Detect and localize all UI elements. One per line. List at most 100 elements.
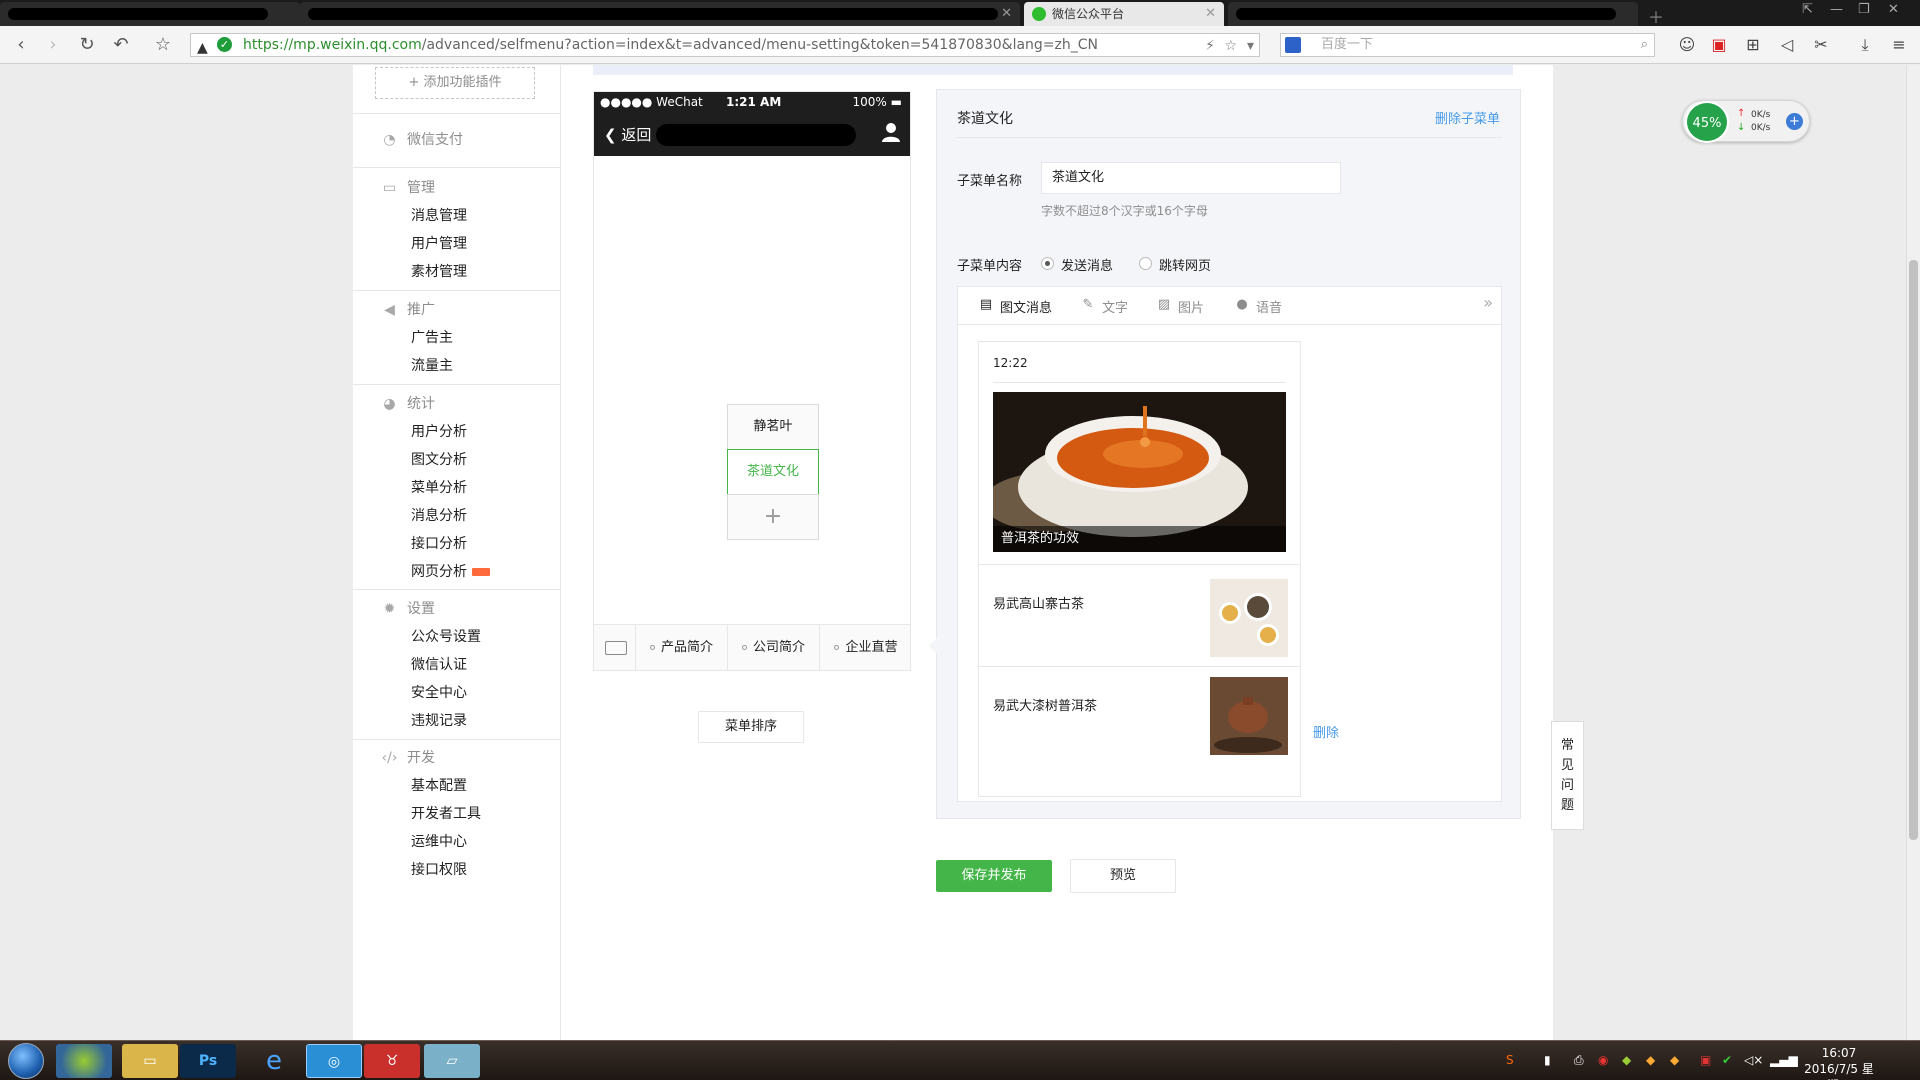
taskbar-app-bull-icon[interactable]: ♉: [364, 1044, 420, 1078]
tab-news[interactable]: ▤ 图文消息: [978, 297, 1053, 317]
delete-submenu-link[interactable]: 删除子菜单: [1435, 108, 1500, 127]
preview-button[interactable]: 预览: [1070, 859, 1176, 893]
sidebar-item-dev-tools[interactable]: 开发者工具: [411, 804, 481, 824]
maximize-window-icon[interactable]: ❐: [1858, 2, 1870, 17]
close-tab-icon[interactable]: ✕: [1001, 2, 1012, 26]
minimize-window-icon[interactable]: —: [1830, 2, 1843, 17]
sidebar-item-violation-records[interactable]: 违规记录: [411, 711, 467, 731]
tray-printer-icon[interactable]: ⎙: [1574, 1053, 1584, 1068]
add-plugin-button[interactable]: + 添加功能插件: [375, 67, 535, 99]
tray-app-icon[interactable]: ◆: [1670, 1053, 1679, 1067]
submenu-name-input[interactable]: 茶道文化: [1041, 162, 1341, 194]
new-tab-icon[interactable]: ＋: [1648, 4, 1664, 28]
search-icon[interactable]: ⌕: [1641, 34, 1648, 56]
browser-tab-active[interactable]: 微信公众平台 ✕: [1024, 2, 1224, 26]
apps-grid-icon[interactable]: ⊞: [1742, 34, 1764, 56]
favorite-star-icon[interactable]: ☆: [1224, 35, 1237, 56]
sidebar-item-user-analysis[interactable]: 用户分析: [411, 422, 467, 442]
tray-shield-icon[interactable]: ◆: [1622, 1053, 1631, 1067]
sidebar-item-user-manage[interactable]: 用户管理: [411, 234, 467, 254]
close-tab-icon[interactable]: ✕: [1205, 2, 1216, 26]
restore-window-icon[interactable]: ⇱: [1802, 2, 1813, 17]
reload-icon[interactable]: ↻: [76, 34, 98, 56]
sidebar-item-wechat-pay[interactable]: ◔ 微信支付: [381, 130, 463, 150]
baidu-engine-icon[interactable]: [1285, 37, 1301, 53]
sidebar-item-article-analysis[interactable]: 图文分析: [411, 450, 467, 470]
tray-battery-icon[interactable]: ▮: [1544, 1053, 1551, 1067]
sidebar-item-api-permissions[interactable]: 接口权限: [411, 860, 467, 880]
tab-text[interactable]: ✎ 文字: [1080, 297, 1128, 317]
radio-send-message[interactable]: 发送消息: [1041, 255, 1113, 274]
sidebar-item-security-center[interactable]: 安全中心: [411, 683, 467, 703]
taskbar-app-ie-icon[interactable]: e: [246, 1044, 302, 1078]
tab-image[interactable]: ▨ 图片: [1156, 297, 1204, 317]
sidebar-item-account-settings[interactable]: 公众号设置: [411, 627, 481, 647]
pencil-icon: ✎: [1082, 297, 1094, 312]
scrollbar-thumb[interactable]: [1909, 260, 1918, 840]
tray-app-icon[interactable]: ◆: [1646, 1053, 1655, 1067]
menu-button[interactable]: 企业直营: [820, 625, 912, 671]
search-box[interactable]: 百度一下 ⌕: [1280, 33, 1655, 57]
taskbar-app-photoshop-icon[interactable]: Ps: [180, 1044, 236, 1078]
boost-plus-icon[interactable]: +: [1786, 113, 1803, 130]
lightning-icon[interactable]: ⚡: [1205, 35, 1215, 56]
address-bar[interactable]: ▲ ✓ https://mp.weixin.qq.com/advanced/se…: [190, 33, 1260, 57]
sidebar-item-message-analysis[interactable]: 消息分析: [411, 506, 467, 526]
menu-sort-button[interactable]: 菜单排序: [698, 711, 804, 743]
add-submenu-button[interactable]: +: [727, 494, 819, 540]
taskbar-clock[interactable]: 16:07 2016/7/5 星期二: [1799, 1045, 1879, 1080]
save-publish-button[interactable]: 保存并发布: [936, 860, 1052, 892]
browser-tab[interactable]: [1228, 2, 1638, 26]
bookmark-star-icon[interactable]: ☆: [152, 34, 174, 56]
news-icon: ▤: [979, 297, 993, 312]
keyboard-icon[interactable]: [594, 625, 636, 671]
forward-icon[interactable]: ›: [42, 34, 64, 56]
page-scrollbar[interactable]: [1906, 65, 1920, 1040]
tab-voice[interactable]: ● 语音: [1234, 297, 1282, 317]
tray-check-icon[interactable]: ✔: [1722, 1053, 1732, 1067]
tray-network-icon[interactable]: ▂▄▆: [1770, 1053, 1798, 1067]
scissors-icon[interactable]: ✂: [1810, 34, 1832, 56]
browser-tab[interactable]: [0, 2, 300, 26]
radio-jump-web[interactable]: 跳转网页: [1139, 255, 1211, 274]
sidebar-item-ops-center[interactable]: 运维中心: [411, 832, 467, 852]
submenu-item-active[interactable]: 茶道文化: [727, 449, 819, 495]
tray-pdf-icon[interactable]: ▣: [1700, 1053, 1711, 1067]
ticket-icon[interactable]: ▣: [1708, 34, 1730, 56]
dropdown-arrow-icon[interactable]: ▾: [1247, 35, 1254, 56]
taskbar-app-folder-icon[interactable]: ▭: [122, 1044, 178, 1078]
menu-button[interactable]: 产品简介: [636, 625, 728, 671]
sidebar-item-api-analysis[interactable]: 接口分析: [411, 534, 467, 554]
network-speed-widget[interactable]: 45% ↑ 0K/s ↓ 0K/s +: [1682, 100, 1810, 143]
sidebar-item-publisher[interactable]: 流量主: [411, 356, 453, 376]
chat-icon[interactable]: ☺: [1676, 34, 1698, 56]
more-tabs-icon[interactable]: »: [1483, 293, 1493, 312]
menu-icon[interactable]: ≡: [1888, 34, 1910, 56]
page-area: + 添加功能插件 ◔ 微信支付 ▭ 管理 消息管理 用户管理 素材管理 ◀ 推广…: [0, 65, 1920, 1040]
back-icon[interactable]: ‹: [10, 34, 32, 56]
close-window-icon[interactable]: ✕: [1888, 2, 1899, 17]
tray-volume-icon[interactable]: ◁×: [1744, 1053, 1763, 1067]
browser-tab[interactable]: ✕: [300, 2, 1020, 26]
speaker-icon[interactable]: ◁: [1776, 34, 1798, 56]
sidebar-item-advertiser[interactable]: 广告主: [411, 328, 453, 348]
sidebar-item-menu-analysis[interactable]: 菜单分析: [411, 478, 467, 498]
sidebar-item-message-manage[interactable]: 消息管理: [411, 206, 467, 226]
sidebar-item-wechat-verify[interactable]: 微信认证: [411, 655, 467, 675]
taskbar-app-notes-icon[interactable]: ▱: [424, 1044, 480, 1078]
sidebar-item-web-analysis[interactable]: 网页分析: [411, 562, 490, 582]
sidebar-item-material-manage[interactable]: 素材管理: [411, 262, 467, 282]
menu-button[interactable]: 公司简介: [728, 625, 820, 671]
download-icon[interactable]: ⤓: [1854, 34, 1876, 56]
submenu-item[interactable]: 静茗叶: [727, 404, 819, 450]
undo-icon[interactable]: ↶: [110, 34, 132, 56]
sidebar-item-basic-config[interactable]: 基本配置: [411, 776, 467, 796]
delete-news-link[interactable]: 删除: [1313, 722, 1339, 741]
tray-input-icon[interactable]: S: [1506, 1053, 1514, 1067]
tray-security-icon[interactable]: ◉: [1598, 1053, 1608, 1067]
start-button[interactable]: [8, 1043, 44, 1079]
faq-button[interactable]: 常见问题: [1551, 721, 1584, 830]
taskbar-app-browser-icon[interactable]: ◎: [306, 1044, 362, 1078]
taskbar-app-media-icon[interactable]: [56, 1044, 112, 1078]
tab-label: 图文消息: [1000, 301, 1053, 316]
